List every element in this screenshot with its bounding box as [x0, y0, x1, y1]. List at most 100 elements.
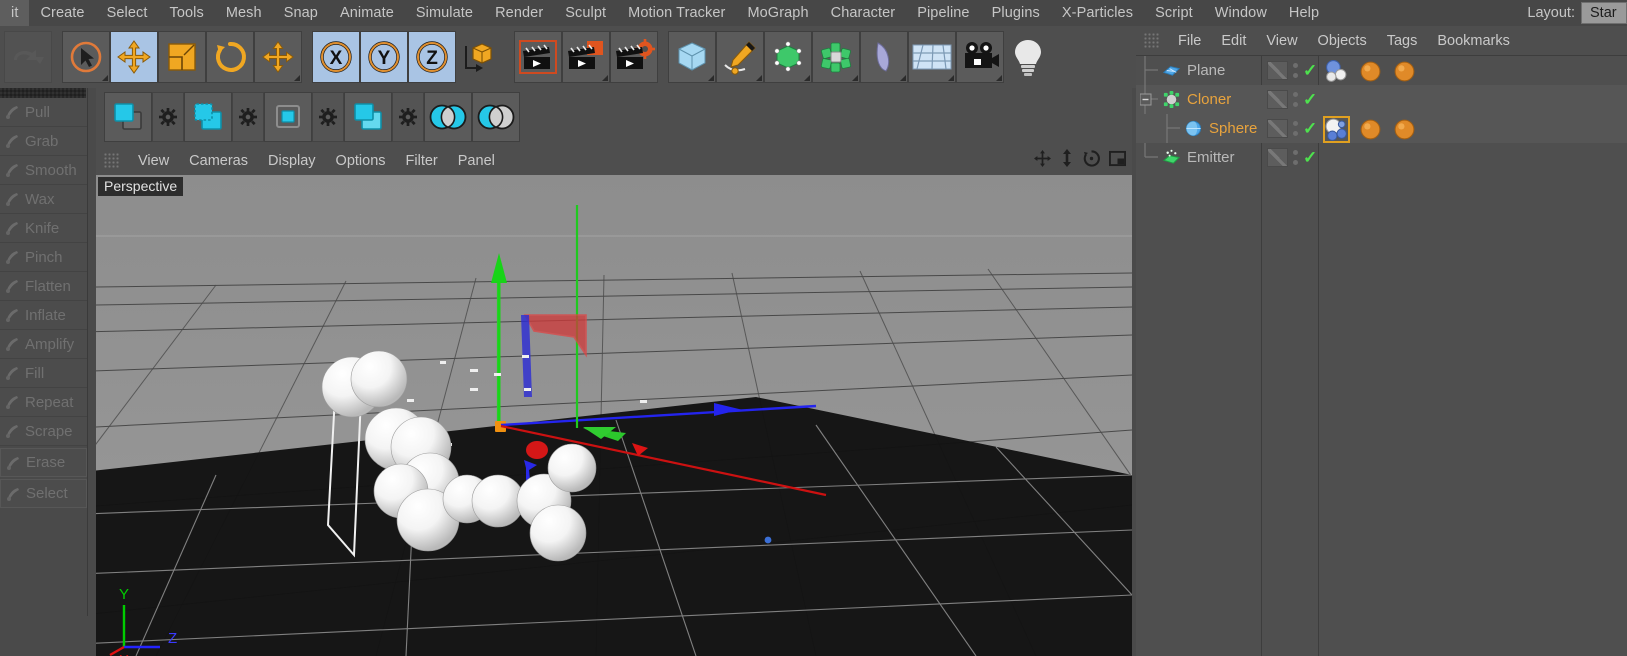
viewport-menu-options[interactable]: Options [326, 153, 396, 169]
xp-boolean-alt-icon[interactable] [472, 92, 520, 142]
sculpt-tool-scrape[interactable]: Scrape [0, 417, 87, 446]
dolly-icon[interactable] [1060, 149, 1074, 172]
layout-dropdown[interactable]: Star [1581, 2, 1627, 24]
orbit-icon[interactable] [1083, 149, 1100, 172]
sculpt-tool-pinch[interactable]: Pinch [0, 243, 87, 272]
menu-item-script[interactable]: Script [1144, 0, 1204, 26]
xp-boolean-icon[interactable] [424, 92, 472, 142]
visibility-dot[interactable] [1293, 121, 1298, 126]
world-object-coordinates-icon[interactable] [456, 31, 504, 83]
xp-question-icon[interactable] [264, 92, 312, 142]
xp-emitter-settings-icon[interactable] [152, 92, 184, 142]
menu-item-mograph[interactable]: MoGraph [736, 0, 819, 26]
object-manager-menu-file[interactable]: File [1168, 33, 1211, 49]
menu-item-x-particles[interactable]: X-Particles [1051, 0, 1144, 26]
object-manager-menu-tags[interactable]: Tags [1377, 33, 1428, 49]
object-name[interactable]: Plane [1187, 62, 1225, 79]
visibility-dot[interactable] [1293, 102, 1298, 107]
object-row[interactable]: Cloner ✓ [1136, 85, 1627, 114]
viewport-menu-filter[interactable]: Filter [396, 153, 448, 169]
visibility-dot[interactable] [1293, 131, 1298, 136]
camera-icon[interactable] [956, 31, 1004, 83]
move-alt-icon[interactable] [254, 31, 302, 83]
editor-visibility-toggle[interactable] [1267, 119, 1288, 138]
enabled-check-icon[interactable]: ✓ [1303, 62, 1317, 79]
menu-item-it[interactable]: it [0, 0, 30, 26]
sculpt-tool-erase[interactable]: Erase [0, 448, 87, 477]
object-row[interactable]: Sphere ✓ [1136, 114, 1627, 143]
visibility-dot[interactable] [1293, 92, 1298, 97]
viewport-menu-panel[interactable]: Panel [448, 153, 505, 169]
rotate-icon[interactable] [206, 31, 254, 83]
viewport-menu-display[interactable]: Display [258, 153, 326, 169]
material-tag-icon[interactable] [1324, 59, 1349, 84]
render-picture-viewer-icon[interactable] [562, 31, 610, 83]
xp-modifier-icon[interactable] [184, 92, 232, 142]
object-name[interactable]: Sphere [1209, 120, 1257, 137]
visibility-dot[interactable] [1293, 150, 1298, 155]
sculpt-tool-flatten[interactable]: Flatten [0, 272, 87, 301]
spline-pen-icon[interactable] [716, 31, 764, 83]
xparticles-tag-icon[interactable] [1392, 117, 1417, 142]
maximize-viewport-icon[interactable] [1109, 150, 1126, 172]
axis-z-icon[interactable]: Z [408, 31, 456, 83]
nurbs-generator-icon[interactable] [764, 31, 812, 83]
sculpt-tool-amplify[interactable]: Amplify [0, 330, 87, 359]
object-manager-menu-edit[interactable]: Edit [1211, 33, 1256, 49]
light-icon[interactable] [1004, 31, 1052, 83]
object-manager-grip-icon[interactable] [1144, 33, 1160, 48]
menu-item-sculpt[interactable]: Sculpt [554, 0, 617, 26]
visibility-dot[interactable] [1293, 160, 1298, 165]
sculpt-tool-grab[interactable]: Grab [0, 127, 87, 156]
palette-grip[interactable] [0, 88, 86, 98]
enabled-check-icon[interactable]: ✓ [1303, 91, 1317, 108]
sculpt-tool-repeat[interactable]: Repeat [0, 388, 87, 417]
move-icon[interactable] [110, 31, 158, 83]
menu-item-plugins[interactable]: Plugins [981, 0, 1051, 26]
mograph-icon[interactable] [812, 31, 860, 83]
sculpt-tool-wax[interactable]: Wax [0, 185, 87, 214]
sculpt-tool-fill[interactable]: Fill [0, 359, 87, 388]
live-selection-icon[interactable] [62, 31, 110, 83]
visibility-dot[interactable] [1293, 73, 1298, 78]
xp-question-settings-icon[interactable] [312, 92, 344, 142]
object-manager-menu-bookmarks[interactable]: Bookmarks [1427, 33, 1520, 49]
scene-environment-icon[interactable] [908, 31, 956, 83]
xp-action-icon[interactable] [344, 92, 392, 142]
axis-x-icon[interactable]: X [312, 31, 360, 83]
editor-visibility-toggle[interactable] [1267, 61, 1288, 80]
render-view-icon[interactable] [514, 31, 562, 83]
visibility-dot[interactable] [1293, 63, 1298, 68]
menu-item-select[interactable]: Select [96, 0, 159, 26]
sculpt-tool-knife[interactable]: Knife [0, 214, 87, 243]
menu-item-help[interactable]: Help [1278, 0, 1330, 26]
object-manager-menu-view[interactable]: View [1256, 33, 1307, 49]
object-row[interactable]: Emitter ✓ [1136, 143, 1627, 172]
scale-icon[interactable] [158, 31, 206, 83]
axis-y-icon[interactable]: Y [360, 31, 408, 83]
sculpt-tool-smooth[interactable]: Smooth [0, 156, 87, 185]
menu-item-motion-tracker[interactable]: Motion Tracker [617, 0, 736, 26]
xp-modifier-settings-icon[interactable] [232, 92, 264, 142]
menu-item-simulate[interactable]: Simulate [405, 0, 484, 26]
viewport-menu-cameras[interactable]: Cameras [179, 153, 258, 169]
pan-icon[interactable] [1034, 149, 1051, 172]
object-name[interactable]: Cloner [1187, 91, 1231, 108]
material-tag-icon[interactable] [1323, 115, 1350, 143]
editor-visibility-toggle[interactable] [1267, 148, 1288, 167]
menu-item-animate[interactable]: Animate [329, 0, 405, 26]
object-row[interactable]: Plane ✓ [1136, 56, 1627, 85]
xparticles-tag-icon[interactable] [1392, 59, 1417, 84]
menu-item-snap[interactable]: Snap [273, 0, 329, 26]
xp-emitter-icon[interactable] [104, 92, 152, 142]
xparticles-tag-icon[interactable] [1358, 117, 1383, 142]
editor-visibility-toggle[interactable] [1267, 90, 1288, 109]
xparticles-tag-icon[interactable] [1358, 59, 1383, 84]
cube-primitive-icon[interactable] [668, 31, 716, 83]
sculpt-tool-pull[interactable]: Pull [0, 98, 87, 127]
menu-item-render[interactable]: Render [484, 0, 554, 26]
xp-action-settings-icon[interactable] [392, 92, 424, 142]
enabled-check-icon[interactable]: ✓ [1303, 120, 1317, 137]
menu-item-mesh[interactable]: Mesh [215, 0, 273, 26]
sculpt-tool-select[interactable]: Select [0, 479, 87, 508]
